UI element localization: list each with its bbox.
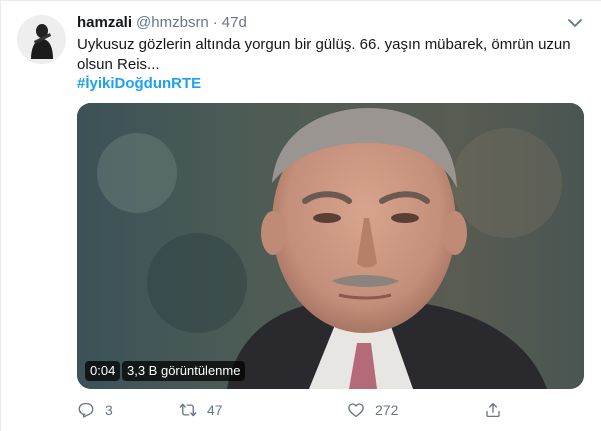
avatar-image (17, 15, 66, 64)
video-thumbnail (77, 103, 584, 389)
like-button[interactable]: 272 (347, 398, 398, 422)
author-handle[interactable]: @hmzbsrn (136, 13, 209, 33)
retweet-count: 47 (207, 402, 223, 418)
more-options-button[interactable] (565, 15, 585, 31)
tweet-header: hamzali @hmzbsrn · 47d (77, 13, 247, 33)
retweet-button[interactable]: 47 (179, 398, 223, 422)
reply-icon (78, 402, 94, 418)
chevron-down-icon (568, 19, 582, 27)
tweet-card[interactable]: hamzali @hmzbsrn · 47d Uykusuz gözlerin … (0, 0, 601, 431)
like-count: 272 (375, 402, 399, 418)
hashtag-link[interactable]: #İyikiDoğdunRTE (77, 74, 201, 94)
author-name[interactable]: hamzali (77, 13, 132, 33)
video-player[interactable]: 0:04 3,3 B görüntülenme (77, 103, 584, 389)
avatar[interactable] (17, 15, 66, 64)
reply-count: 3 (105, 402, 113, 418)
reply-button[interactable]: 3 (77, 398, 113, 422)
separator-dot: · (212, 14, 218, 31)
share-icon (486, 402, 500, 418)
video-views-badge: 3,3 B görüntülenme (122, 361, 246, 381)
tweet-actions: 3 47 272 (77, 398, 507, 422)
tweet-timestamp[interactable]: 47d (222, 13, 247, 33)
heart-icon (348, 403, 364, 418)
share-button[interactable] (484, 398, 502, 422)
tweet-text: Uykusuz gözlerin altında yorgun bir gülü… (77, 36, 571, 73)
video-duration-badge: 0:04 (85, 361, 121, 381)
retweet-icon (179, 403, 197, 417)
